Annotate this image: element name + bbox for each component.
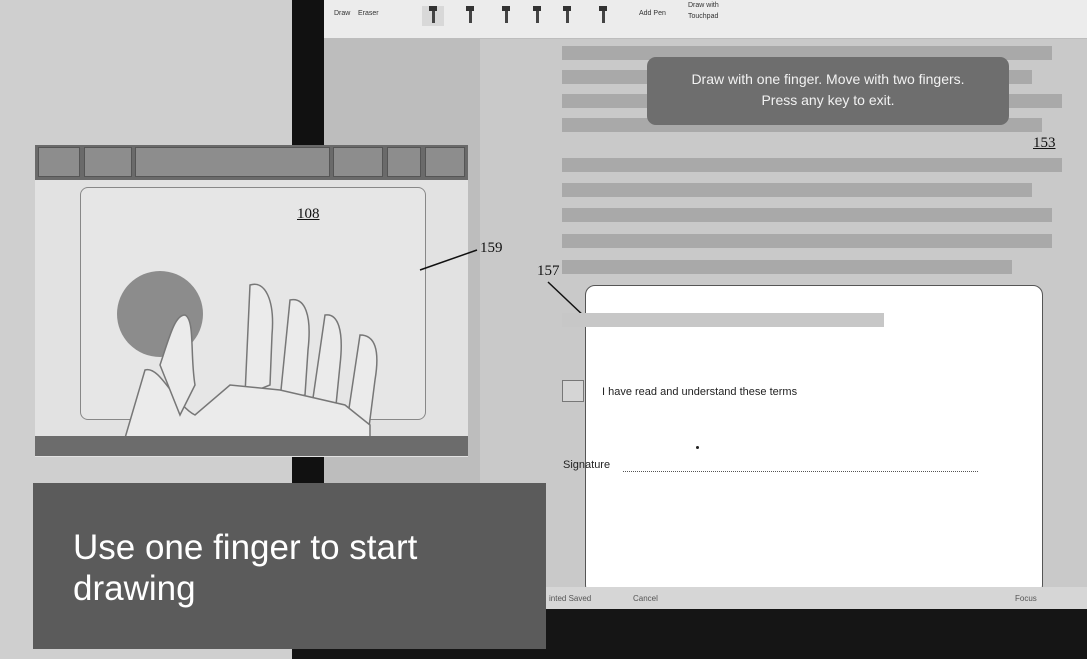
terms-checkbox[interactable] — [562, 380, 584, 402]
signature-label: Signature — [563, 459, 611, 471]
focus-button[interactable]: Focus — [1015, 594, 1037, 603]
leader-line-159 — [419, 249, 478, 271]
status-saved-text: inted Saved — [549, 594, 592, 603]
dialog-title-bar — [562, 313, 884, 327]
ink-dot — [696, 446, 699, 449]
signature-dialog — [562, 285, 1043, 595]
cancel-button[interactable]: Cancel — [633, 594, 658, 603]
signature-field[interactable] — [623, 471, 978, 472]
status-bar: inted Saved Cancel Focus — [545, 587, 1087, 609]
caption-text: Use one finger to start drawing — [73, 528, 418, 608]
terms-label: I have read and understand these terms — [602, 386, 798, 398]
